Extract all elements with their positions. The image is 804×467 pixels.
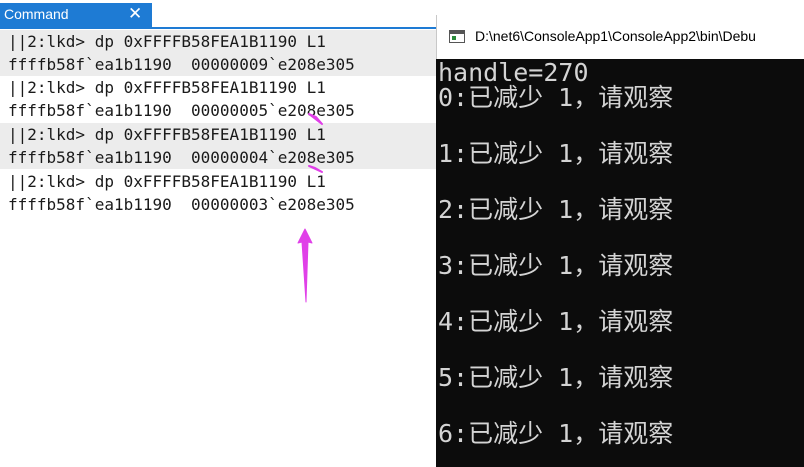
command-result-line: ffffb58f`ea1b1190 00000004`e208e305	[0, 146, 437, 169]
console-line: 5:已减少 1，请观察	[438, 363, 674, 392]
command-input-line: ||2:lkd> dp 0xFFFFB58FEA1B1190 L1	[0, 30, 437, 53]
command-input-line: ||2:lkd> dp 0xFFFFB58FEA1B1190 L1	[0, 123, 437, 146]
tab-command-label: Command	[4, 6, 69, 22]
command-result-line: ffffb58f`ea1b1190 00000003`e208e305	[8, 195, 355, 214]
tab-command[interactable]: Command ✕	[0, 3, 152, 27]
command-input-line: ||2:lkd> dp 0xFFFFB58FEA1B1190 L1	[8, 78, 326, 97]
command-input-line: ||2:lkd> dp 0xFFFFB58FEA1B1190 L1	[8, 172, 326, 191]
screenshot-root: Command ✕ ||2:lkd> dp 0xFFFFB58FEA1B1190…	[0, 0, 804, 467]
console-line: 6:已减少 1，请观察	[438, 419, 674, 448]
console-title-bar[interactable]: D:\net6\ConsoleApp1\ConsoleApp2\bin\Debu	[436, 15, 804, 59]
console-line: 3:已减少 1，请观察	[438, 251, 674, 280]
command-result-line: ffffb58f`ea1b1190 00000005`e208e305	[8, 101, 355, 120]
close-icon[interactable]: ✕	[128, 4, 142, 24]
console-line: 2:已减少 1，请观察	[438, 195, 674, 224]
console-line: 4:已减少 1，请观察	[438, 307, 674, 336]
command-result-line: ffffb58f`ea1b1190 00000009`e208e305	[0, 53, 437, 76]
console-window[interactable]: D:\net6\ConsoleApp1\ConsoleApp2\bin\Debu…	[436, 15, 804, 467]
console-app-icon	[449, 30, 465, 43]
console-line: 1:已减少 1，请观察	[438, 139, 674, 168]
console-output[interactable]: handle=270 0:已减少 1，请观察 1:已减少 1，请观察 2:已减少…	[436, 59, 804, 467]
console-title: D:\net6\ConsoleApp1\ConsoleApp2\bin\Debu	[475, 28, 756, 44]
console-line: 0:已减少 1，请观察	[438, 83, 674, 112]
